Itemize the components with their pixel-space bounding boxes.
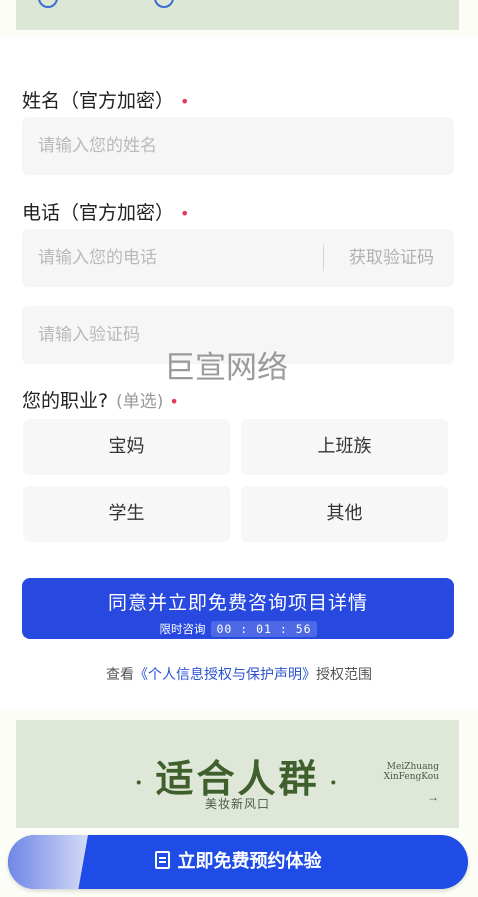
name-field-box [22, 117, 454, 175]
required-mark: • [180, 204, 190, 223]
top-banner-peek [38, 0, 180, 9]
divider [323, 245, 324, 271]
cta-label-wrap: 立即免费预约体验 [8, 835, 468, 889]
check-circle-icon [38, 0, 58, 8]
consult-form: 姓名（官方加密）• 电话（官方加密）• 获取验证码 您的职业?(单选)• 宝妈 … [0, 38, 478, 710]
arrow-right-icon: → [427, 790, 439, 804]
job-option-mom[interactable]: 宝妈 [23, 419, 230, 475]
job-option-student[interactable]: 学生 [23, 486, 230, 542]
code-field-box [22, 306, 454, 364]
target-audience-banner: · 适合人群 · 美妆新风口 MeiZhuang XinFengKou → [16, 720, 459, 828]
name-input[interactable] [22, 117, 308, 175]
countdown-timer: 00 : 01 : 56 [211, 621, 317, 637]
pinyin-tag: MeiZhuang XinFengKou [383, 762, 439, 782]
phone-input[interactable] [22, 229, 308, 287]
submit-main-label: 同意并立即免费咨询项目详情 [107, 592, 368, 614]
crowd-subtitle: 美妆新风口 [204, 797, 270, 811]
limited-time-label: 限时咨询 [159, 622, 206, 636]
submit-sub-line: 限时咨询 00 : 01 : 56 [22, 621, 454, 637]
job-label: 您的职业? (单选) • [22, 390, 179, 412]
job-hint: (单选) [116, 392, 164, 412]
submit-consult-button[interactable]: 同意并立即免费咨询项目详情 限时咨询 00 : 01 : 56 [22, 578, 454, 639]
bullet-dot: · [329, 769, 341, 796]
book-free-trial-button[interactable]: 立即免费预约体验 [8, 835, 468, 889]
phone-field-box: 获取验证码 [22, 229, 454, 287]
agree-suffix: 授权范围 [316, 667, 372, 683]
privacy-statement-link[interactable]: 《个人信息授权与保护声明》 [134, 667, 316, 683]
required-mark: • [180, 92, 190, 111]
cta-label: 立即免费预约体验 [177, 851, 322, 872]
agreement-line: 查看《个人信息授权与保护声明》授权范围 [0, 664, 478, 684]
top-banner [16, 0, 459, 30]
bullet-dot: · [134, 769, 146, 796]
document-icon [154, 851, 170, 869]
required-mark: • [169, 392, 179, 411]
name-label: 姓名（官方加密） • [22, 90, 190, 112]
check-circle-icon [154, 0, 174, 8]
get-code-button[interactable]: 获取验证码 [349, 229, 434, 287]
job-option-office-worker[interactable]: 上班族 [241, 419, 448, 475]
verification-code-input[interactable] [22, 306, 308, 364]
agree-prefix: 查看 [106, 667, 134, 683]
phone-label: 电话（官方加密） • [22, 202, 190, 224]
job-option-other[interactable]: 其他 [241, 486, 448, 542]
